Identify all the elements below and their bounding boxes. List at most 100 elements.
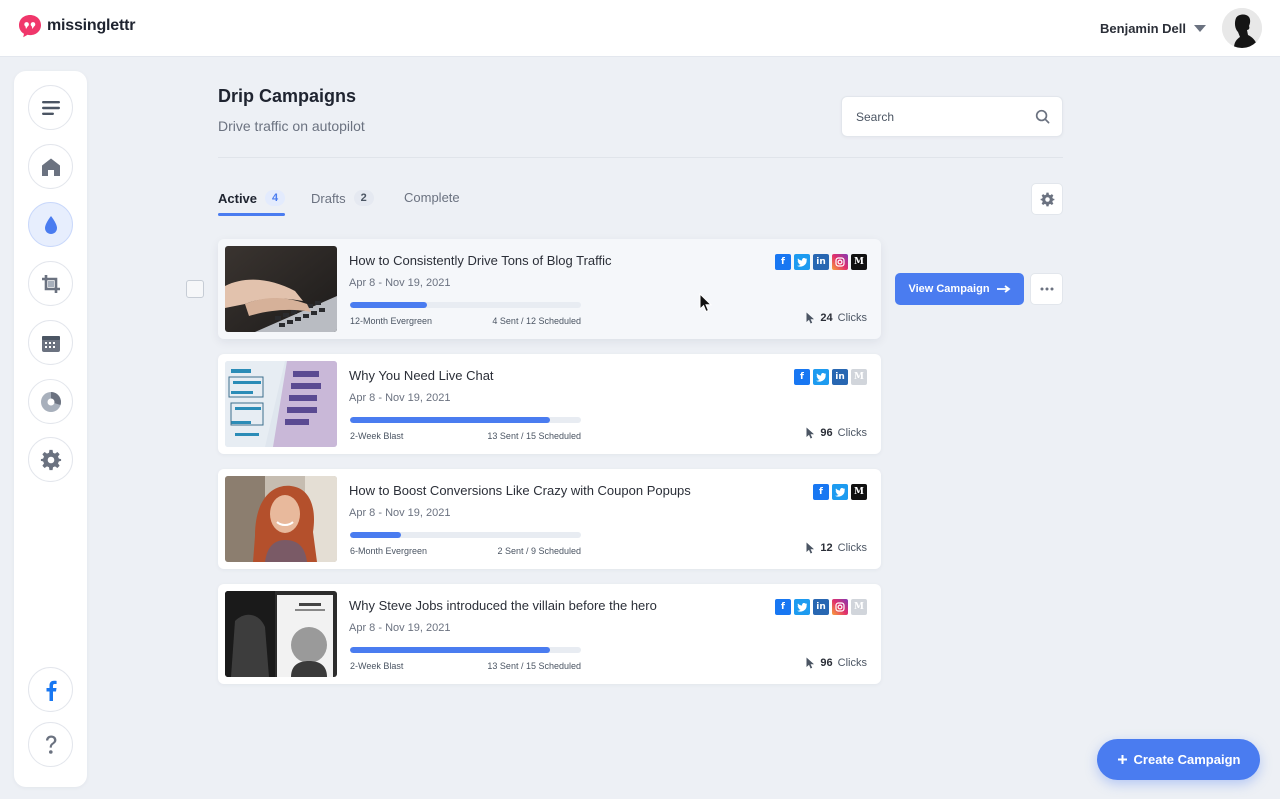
campaign-thumbnail xyxy=(225,246,337,332)
sidebar xyxy=(14,71,87,787)
tab-complete[interactable]: Complete xyxy=(404,190,460,205)
page-title: Drip Campaigns xyxy=(218,86,357,106)
arrow-right-icon xyxy=(996,285,1011,293)
header-divider xyxy=(218,157,1063,158)
pointer-icon xyxy=(806,427,815,439)
progress-fill xyxy=(350,647,551,653)
clicks-label: Clicks xyxy=(837,312,867,324)
view-campaign-label: View Campaign xyxy=(908,283,990,295)
progress-fill xyxy=(350,417,551,423)
gear-icon xyxy=(1040,192,1054,206)
quote-bubble-logo xyxy=(19,15,41,38)
caret-down-icon[interactable] xyxy=(1194,24,1206,32)
campaign-card[interactable]: How to Boost Conversions Like Crazy with… xyxy=(218,469,881,569)
user-menu[interactable]: Benjamin Dell xyxy=(1100,8,1262,48)
campaign-dates: Apr 8 - Nov 19, 2021 xyxy=(349,392,451,404)
instagram-icon xyxy=(832,599,848,615)
sidebar-item-help[interactable] xyxy=(28,722,73,767)
twitter-icon xyxy=(794,599,810,615)
tab-drafts[interactable]: Drafts 2 xyxy=(311,190,374,206)
tab-active[interactable]: Active 4 xyxy=(218,190,286,206)
calendar-icon xyxy=(41,335,60,352)
search-icon[interactable] xyxy=(1035,109,1050,124)
campaign-dates: Apr 8 - Nov 19, 2021 xyxy=(349,622,451,634)
campaign-card[interactable]: Why You Need Live Chat Apr 8 - Nov 19, 2… xyxy=(218,354,881,454)
medium-icon: M xyxy=(851,484,867,500)
page-subtitle: Drive traffic on autopilot xyxy=(218,118,365,134)
pointer-icon xyxy=(806,542,815,554)
social-accounts: f in M xyxy=(775,254,867,270)
linkedin-icon: in xyxy=(813,599,829,615)
clicks-count: 12 xyxy=(820,542,833,554)
question-icon xyxy=(45,735,56,754)
campaign-thumbnail xyxy=(225,591,337,677)
campaign-title[interactable]: Why You Need Live Chat xyxy=(349,368,494,383)
sidebar-item-home[interactable] xyxy=(28,144,73,189)
row-select-checkbox[interactable] xyxy=(186,280,204,298)
crop-cycle-icon xyxy=(41,274,60,293)
social-accounts: f M xyxy=(813,484,867,500)
campaign-card[interactable]: Why Steve Jobs introduced the villain be… xyxy=(218,584,881,684)
twitter-icon xyxy=(832,484,848,500)
home-icon xyxy=(41,158,60,176)
tab-label: Complete xyxy=(404,190,460,205)
sidebar-item-menu[interactable] xyxy=(28,85,73,130)
campaign-type: 6-Month Evergreen xyxy=(350,546,428,556)
campaign-type: 2-Week Blast xyxy=(350,661,404,671)
twitter-icon xyxy=(813,369,829,385)
brand[interactable]: missinglettr xyxy=(18,14,135,38)
campaign-schedule: 4 Sent / 12 Scheduled xyxy=(492,316,581,326)
campaign-clicks: 12 Clicks xyxy=(806,542,867,554)
avatar-silhouette-icon xyxy=(1222,8,1262,48)
pie-chart-icon xyxy=(40,391,61,412)
clicks-label: Clicks xyxy=(837,657,867,669)
facebook-icon: f xyxy=(775,254,791,270)
mouse-cursor-icon xyxy=(699,293,713,313)
campaign-dates: Apr 8 - Nov 19, 2021 xyxy=(349,277,451,289)
pointer-icon xyxy=(806,312,815,324)
clicks-label: Clicks xyxy=(837,427,867,439)
ellipsis-icon xyxy=(1040,287,1053,291)
twitter-icon xyxy=(794,254,810,270)
clicks-count: 96 xyxy=(820,427,833,439)
facebook-icon: f xyxy=(813,484,829,500)
sidebar-item-drip-campaigns[interactable] xyxy=(28,202,73,247)
facebook-icon: f xyxy=(775,599,791,615)
sidebar-item-settings[interactable] xyxy=(28,437,73,482)
social-accounts: f in M xyxy=(794,369,867,385)
top-bar: missinglettr Benjamin Dell xyxy=(0,0,1280,57)
brand-name: missinglettr xyxy=(47,17,136,34)
more-options-button[interactable] xyxy=(1030,273,1063,305)
view-campaign-button[interactable]: View Campaign xyxy=(895,273,1024,305)
clicks-count: 96 xyxy=(820,657,833,669)
campaign-clicks: 96 Clicks xyxy=(806,657,867,669)
list-settings-button[interactable] xyxy=(1031,183,1063,215)
tab-label: Drafts xyxy=(311,190,346,206)
campaign-schedule: 13 Sent / 15 Scheduled xyxy=(487,661,581,671)
pointer-icon xyxy=(806,657,815,669)
gear-icon xyxy=(40,449,61,470)
avatar[interactable] xyxy=(1222,8,1262,48)
create-campaign-button[interactable]: Create Campaign xyxy=(1097,739,1260,780)
campaign-title[interactable]: Why Steve Jobs introduced the villain be… xyxy=(349,598,657,613)
drop-icon xyxy=(44,215,57,234)
campaign-thumbnail xyxy=(225,476,337,562)
campaign-card[interactable]: How to Consistently Drive Tons of Blog T… xyxy=(218,239,881,339)
sidebar-item-analytics[interactable] xyxy=(28,379,73,424)
tab-count-badge: 4 xyxy=(265,190,286,206)
search-input[interactable] xyxy=(842,97,1027,136)
sidebar-item-curate[interactable] xyxy=(28,261,73,306)
campaign-progress-bar xyxy=(350,532,581,538)
medium-icon: M xyxy=(851,254,867,270)
social-accounts: f in M xyxy=(775,599,867,615)
tab-count-badge: 2 xyxy=(353,190,374,206)
campaign-title[interactable]: How to Consistently Drive Tons of Blog T… xyxy=(349,253,612,268)
tab-label: Active xyxy=(218,190,258,206)
progress-fill xyxy=(350,302,427,308)
campaign-title[interactable]: How to Boost Conversions Like Crazy with… xyxy=(349,483,691,498)
sidebar-item-calendar[interactable] xyxy=(28,320,73,365)
sidebar-item-facebook-group[interactable] xyxy=(28,667,73,712)
search-box[interactable] xyxy=(841,96,1063,137)
campaign-thumbnail xyxy=(225,361,337,447)
user-name: Benjamin Dell xyxy=(1100,20,1186,36)
